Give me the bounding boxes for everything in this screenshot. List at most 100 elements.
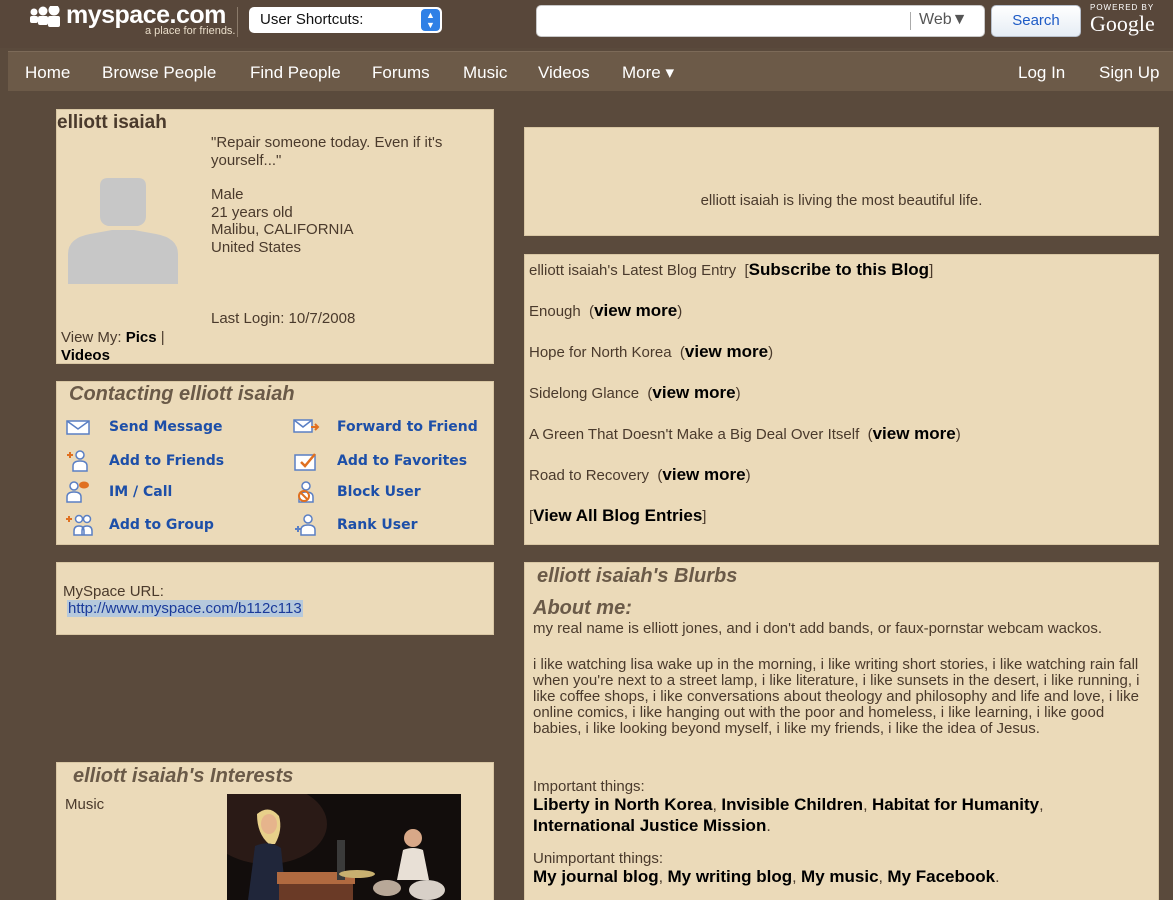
view-my-links: View My: Pics | Videos [61, 329, 165, 365]
link-end: . [766, 818, 771, 835]
user-shortcuts-label: User Shortcuts: [260, 11, 364, 28]
interests-title: elliott isaiah's Interests [73, 765, 294, 787]
blog-entry-title[interactable]: Enough [529, 303, 581, 320]
blurb-link[interactable]: Invisible Children [721, 795, 863, 814]
add-to-friends-label: Add to Friends [109, 453, 225, 469]
profile-country: United States [211, 238, 302, 256]
blurb-link[interactable]: Liberty in North Korea [533, 795, 712, 814]
nav-music[interactable]: Music [463, 63, 507, 83]
about-me-likes: i like watching lisa wake up in the morn… [533, 656, 1140, 737]
search-scope-dropdown[interactable]: Web▼ [919, 11, 967, 29]
nav-find-people[interactable]: Find People [250, 63, 341, 83]
blurb-link[interactable]: My writing blog [668, 867, 793, 886]
send-message-label: Send Message [109, 419, 223, 435]
blog-entry: Sidelong Glance (view more) [529, 383, 741, 402]
blog-panel: elliott isaiah's Latest Blog Entry [Subs… [524, 254, 1159, 545]
search-input[interactable] [536, 5, 985, 37]
nav-browse-people[interactable]: Browse People [102, 63, 216, 83]
view-videos-link[interactable]: Videos [61, 347, 110, 364]
nav-videos[interactable]: Videos [538, 63, 590, 83]
add-friend-icon [67, 450, 88, 472]
view-my-pipe: | [160, 329, 165, 346]
block-icon [298, 481, 314, 503]
view-all-blogs: [View All Blog Entries] [529, 506, 707, 525]
forward-to-friend-label: Forward to Friend [337, 419, 478, 435]
powered-by-google: POWERED BY Google [1090, 0, 1170, 40]
add-group-icon [66, 514, 93, 536]
interests-music-label: Music [65, 796, 105, 813]
myspace-url-label: MySpace URL: [63, 583, 164, 600]
concert-photo[interactable] [227, 794, 461, 900]
blurb-link[interactable]: International Justice Mission [533, 816, 766, 835]
top-bar: myspace.com a place for friends. User Sh… [0, 0, 1173, 48]
im-icon [66, 481, 89, 503]
concert-photo-image [227, 794, 461, 900]
im-call-label: IM / Call [109, 484, 173, 500]
profile-panel: elliott isaiah "Repair someone today. Ev… [56, 109, 494, 364]
contact-title: Contacting elliott isaiah [69, 383, 295, 405]
blurb-link[interactable]: My Facebook [887, 867, 995, 886]
nav-forums[interactable]: Forums [372, 63, 430, 83]
link-separator: , [1039, 797, 1044, 814]
avatar-placeholder-icon[interactable] [66, 176, 180, 284]
link-separator: , [863, 797, 872, 814]
nav-home[interactable]: Home [25, 63, 70, 83]
nav-sign-up[interactable]: Sign Up [1099, 63, 1159, 83]
blurbs-title: elliott isaiah's Blurbs [537, 565, 738, 587]
blog-entry: A Green That Doesn't Make a Big Deal Ove… [529, 424, 961, 443]
blurb-link[interactable]: My music [801, 867, 878, 886]
blog-entry: Road to Recovery (view more) [529, 465, 751, 484]
link-separator: , [658, 869, 668, 886]
blog-heading: elliott isaiah's Latest Blog Entry [Subs… [529, 260, 934, 279]
select-updown-icon: ▲ ▼ [421, 9, 440, 31]
profile-details: Male 21 years old Malibu, CALIFORNIA Uni… [211, 186, 354, 256]
blog-heading-text: elliott isaiah's Latest Blog Entry [529, 262, 737, 279]
blurb-link[interactable]: My journal blog [533, 867, 659, 886]
view-more-link[interactable]: view more [685, 342, 768, 361]
blog-entry-title[interactable]: Road to Recovery [529, 467, 649, 484]
unimportant-things-links: My journal blog, My writing blog, My mus… [533, 867, 1153, 888]
main-nav: Home Browse People Find People Forums Mu… [8, 51, 1173, 91]
unimportant-things-label: Unimportant things: [533, 850, 664, 867]
nav-more[interactable]: More ▾ [622, 63, 674, 83]
profile-name: elliott isaiah [57, 112, 167, 133]
blurb-link[interactable]: Habitat for Humanity [872, 795, 1039, 814]
add-to-favorites-label: Add to Favorites [337, 453, 468, 469]
view-my-label: View My: [61, 329, 122, 346]
about-me-heading: About me: [533, 597, 632, 619]
view-all-blog-entries-link[interactable]: View All Blog Entries [533, 506, 702, 525]
about-me-intro: my real name is elliott jones, and i don… [533, 620, 1102, 637]
envelope-icon [66, 420, 90, 435]
view-more-link[interactable]: view more [652, 383, 735, 402]
logo-tagline: a place for friends. [145, 25, 236, 37]
blog-entry-title[interactable]: Sidelong Glance [529, 385, 639, 402]
user-shortcuts-select[interactable]: User Shortcuts: ▲ ▼ [249, 7, 442, 33]
profile-city: Malibu, CALIFORNIA [211, 221, 354, 238]
blog-entry: Enough (view more) [529, 301, 683, 320]
nav-log-in[interactable]: Log In [1018, 63, 1065, 83]
rank-user-label: Rank User [337, 517, 418, 533]
block-user-label: Block User [337, 484, 421, 500]
view-pics-link[interactable]: Pics [126, 329, 157, 346]
blog-entry-title[interactable]: A Green That Doesn't Make a Big Deal Ove… [529, 426, 859, 443]
important-things-label: Important things: [533, 778, 645, 795]
blog-entry: Hope for North Korea (view more) [529, 342, 774, 361]
logo-people-icon [30, 6, 60, 27]
link-end: . [995, 869, 1000, 886]
blurbs-panel: elliott isaiah's Blurbs About me: my rea… [524, 562, 1159, 900]
view-more-link[interactable]: view more [873, 424, 956, 443]
status-text: elliott isaiah is living the most beauti… [700, 192, 983, 209]
forward-icon [293, 419, 320, 433]
view-more-link[interactable]: view more [662, 465, 745, 484]
profile-headline: "Repair someone today. Even if it's your… [211, 134, 443, 169]
search-button[interactable]: Search [991, 5, 1081, 37]
link-separator: , [792, 869, 802, 886]
subscribe-blog-link[interactable]: Subscribe to this Blog [749, 260, 929, 279]
myspace-url-link[interactable]: http://www.myspace.com/b112c113 [67, 600, 303, 617]
add-to-group-label: Add to Group [109, 517, 214, 533]
search-divider [910, 12, 911, 30]
rank-icon [295, 514, 316, 536]
view-more-link[interactable]: view more [594, 301, 677, 320]
important-things-links: Liberty in North Korea, Invisible Childr… [533, 795, 1153, 837]
blog-entry-title[interactable]: Hope for North Korea [529, 344, 672, 361]
